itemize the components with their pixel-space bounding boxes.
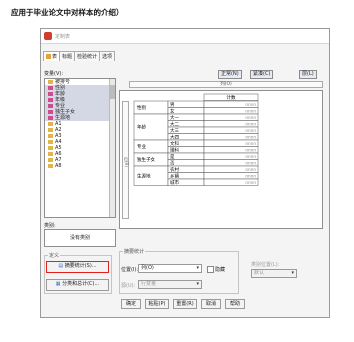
item-label: 否	[170, 161, 175, 167]
categories-totals-button[interactable]: ▦ 分类和总计(C)...	[46, 279, 109, 291]
group-label: 性别	[137, 104, 146, 111]
cell-value: nnnn	[245, 122, 256, 127]
source-label: 源(U):	[121, 283, 136, 289]
scale-variable-icon	[48, 133, 53, 138]
category-position-label: 类别位置(L):	[251, 262, 280, 268]
category-value: 没有类别	[69, 235, 90, 241]
cell-value: nnnn	[245, 109, 256, 114]
paste-button[interactable]: 粘贴(P)	[145, 299, 169, 309]
item-label: 城市	[170, 179, 179, 186]
hide-label: 隐藏	[215, 267, 226, 273]
nominal-variable-icon	[48, 115, 53, 120]
layers-button[interactable]: 层(L)	[299, 70, 317, 79]
item-label: 大四	[170, 134, 179, 141]
cell-value: nnnn	[245, 141, 256, 146]
count-header: 计数	[227, 94, 236, 101]
table-tab-icon	[46, 54, 51, 59]
item-label: 男	[170, 102, 175, 108]
tab-table[interactable]: 表	[43, 51, 61, 61]
table-preview: 计数性别 男 nnnn 女 nnnn 年龄 大一 nnnn 大二 nnnn 大三 nnnn 大四 nnnn…	[133, 93, 259, 186]
dialog-title: 定制表	[55, 34, 71, 40]
summary-stats-icon: ▤	[58, 263, 64, 269]
scale-variable-icon	[48, 163, 53, 168]
tab-bar: 表标题 检验统计 选项	[43, 51, 116, 61]
caption-text: 应用于毕业论文中对样本的介绍）	[11, 8, 124, 17]
group-label: 独生子女	[137, 156, 155, 163]
source-select[interactable]: 行变量 ▾	[138, 280, 202, 289]
help-button[interactable]: 帮助	[225, 299, 245, 309]
row-drop-zone[interactable]: 行(R)	[122, 101, 129, 219]
scale-variable-icon	[48, 157, 53, 162]
titlebar: 定制表	[41, 29, 329, 44]
scale-variable-icon	[48, 151, 53, 156]
column-drop-zone[interactable]: 列(O)	[129, 81, 323, 88]
item-label: 大一	[170, 114, 179, 121]
scale-variable-icon	[48, 139, 53, 144]
cell-value: nnnn	[245, 135, 256, 140]
compact-view-button[interactable]: 紧凑(C)	[250, 70, 274, 79]
reset-button[interactable]: 重置(R)	[173, 299, 197, 309]
nominal-variable-icon	[48, 103, 53, 108]
chevron-down-icon: ▾	[291, 270, 294, 276]
variables-label: 变量(V):	[44, 71, 64, 77]
tab-options[interactable]: 选项	[99, 51, 116, 61]
table-canvas[interactable]: 行(R) 计数性别 男 nnnn 女 nnnn 年龄 大一 nnnn 大二 nnnn 大三 nnnn 大…	[119, 90, 323, 229]
scale-variable-icon	[48, 145, 53, 150]
scale-variable-icon	[48, 127, 53, 132]
tab-test-statistics[interactable]: 检验统计	[74, 51, 101, 61]
position-select[interactable]: 列(O) ▾	[138, 264, 202, 273]
cell-value: nnnn	[245, 148, 256, 153]
group-label: 年龄	[137, 124, 146, 131]
category-position-select[interactable]: 默认 ▾	[251, 269, 297, 278]
item-label: 大三	[170, 127, 179, 134]
nominal-variable-icon	[48, 85, 53, 90]
chevron-down-icon: ▾	[196, 281, 199, 287]
item-label: 农村	[170, 166, 179, 173]
normal-view-button[interactable]: 正常(N)	[218, 70, 242, 79]
categories-icon: ▦	[55, 281, 61, 287]
variable-list-scrollbar[interactable]	[109, 79, 115, 217]
scale-variable-icon	[48, 79, 53, 84]
item-label: 女	[170, 108, 175, 115]
app-icon	[44, 32, 52, 40]
item-label: 文科	[170, 140, 179, 147]
item-label: 理科	[170, 147, 179, 154]
custom-tables-dialog: 定制表 表标题 检验统计 选项 变量(V): 被排号 性别 年龄 年级 专业 独生子女 生源地 A…	[40, 28, 330, 318]
cell-value: nnnn	[245, 180, 256, 185]
variable-label: A8	[55, 163, 62, 169]
cell-value: nnnn	[245, 174, 256, 179]
group-label: 专业	[137, 143, 146, 150]
item-label: 乡镇	[170, 173, 179, 180]
summary-group-label: 摘要统计	[123, 248, 146, 255]
tab-titles[interactable]: 标题	[59, 51, 76, 61]
item-label: 是	[170, 154, 175, 160]
hide-checkbox[interactable]	[207, 266, 214, 273]
cell-value: nnnn	[245, 161, 256, 166]
nominal-variable-icon	[48, 91, 53, 96]
item-label: 大二	[170, 121, 179, 128]
cell-value: nnnn	[245, 102, 256, 107]
cell-value: nnnn	[245, 154, 256, 159]
cell-value: nnnn	[245, 115, 256, 120]
cell-value: nnnn	[245, 167, 256, 172]
category-label: 类别:	[44, 223, 56, 229]
scale-variable-icon	[48, 121, 53, 126]
summary-statistics-button[interactable]: ▤ 摘要统计(S)...	[46, 261, 109, 273]
chevron-down-icon: ▾	[196, 265, 199, 271]
position-label: 位置(I):	[121, 267, 139, 273]
define-label: 定义	[48, 252, 61, 259]
cancel-button[interactable]: 取消	[201, 299, 221, 309]
group-label: 生源地	[137, 172, 151, 179]
variable-item[interactable]: A8	[45, 163, 115, 169]
scrollbar-thumb[interactable]	[110, 85, 115, 99]
nominal-variable-icon	[48, 109, 53, 114]
nominal-variable-icon	[48, 97, 53, 102]
cell-value: nnnn	[245, 128, 256, 133]
variable-list[interactable]: 被排号 性别 年龄 年级 专业 独生子女 生源地 A1 A2 A3 A4 A5 A6 A7 A8	[44, 78, 116, 218]
ok-button[interactable]: 确定	[121, 299, 141, 309]
category-box: 没有类别	[44, 229, 116, 247]
